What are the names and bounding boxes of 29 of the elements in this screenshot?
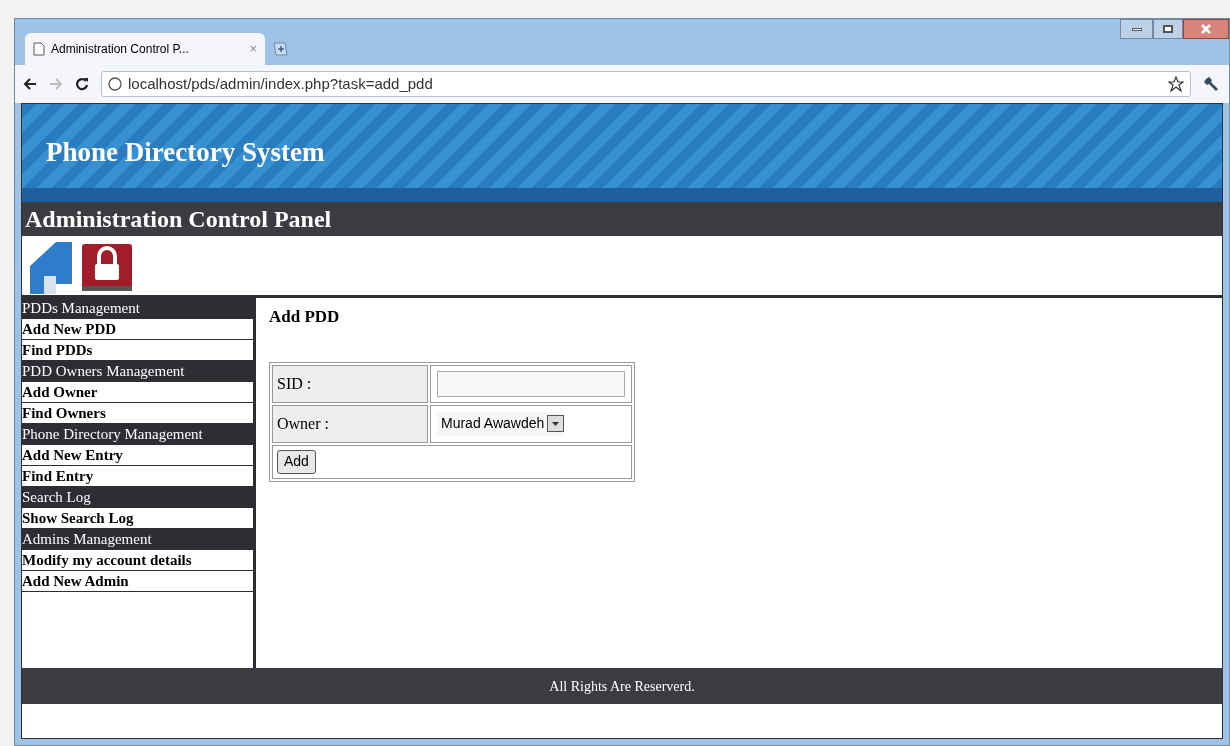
- address-bar[interactable]: localhost/pds/admin/index.php?task=add_pdd: [101, 71, 1191, 97]
- new-tab-icon[interactable]: [271, 41, 289, 57]
- field-label: SID :: [272, 364, 428, 403]
- footer-text: All Rights Are Reserverd.: [549, 677, 695, 696]
- field-label: Owner :: [272, 404, 428, 443]
- back-icon[interactable]: [23, 77, 37, 91]
- owner-select[interactable]: Murad Awawdeh: [437, 411, 565, 436]
- reload-icon[interactable]: [75, 77, 89, 91]
- page-icon: [33, 42, 45, 56]
- page-heading: Add PDD: [269, 306, 341, 328]
- sidebar-section-header: Admins Management: [22, 529, 253, 550]
- browser-tab[interactable]: Administration Control P... ×: [25, 33, 265, 65]
- tab-title: Administration Control P...: [51, 41, 190, 58]
- dropdown-icon: [547, 415, 565, 432]
- sidebar-section-header: PDDs Management: [22, 298, 253, 319]
- close-button[interactable]: [1183, 19, 1229, 39]
- minimize-button[interactable]: [1120, 19, 1153, 39]
- url-text: localhost/pds/admin/index.php?task=add_pdd: [128, 73, 433, 94]
- sidebar-section-header: Phone Directory Management: [22, 424, 253, 445]
- wrench-icon[interactable]: [1203, 75, 1221, 93]
- close-icon: [1201, 24, 1211, 34]
- sidebar-section-header: Search Log: [22, 487, 253, 508]
- sidebar-section-header: PDD Owners Management: [22, 361, 253, 382]
- star-icon[interactable]: [1168, 76, 1184, 92]
- add-button[interactable]: Add: [277, 449, 316, 474]
- site-title: Phone Directory System: [46, 136, 325, 169]
- panel-title: Administration Control Panel: [25, 205, 332, 234]
- maximize-button[interactable]: [1153, 19, 1183, 39]
- sid-field[interactable]: [437, 370, 625, 397]
